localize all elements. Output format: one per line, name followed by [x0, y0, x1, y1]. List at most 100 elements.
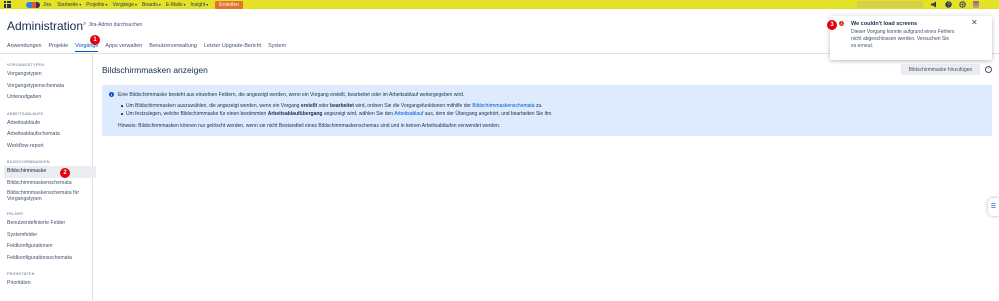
admin-sidebar: VORGANGSTYPEN Vorgangstypen Vorgangstype…: [0, 54, 96, 301]
link-arbeitsablauf[interactable]: Arbeitsablauf: [394, 111, 423, 117]
nav-insight[interactable]: Insight▾: [191, 2, 209, 8]
tab-anwendungen[interactable]: Anwendungen: [7, 43, 41, 52]
sidebar-section-prioritaeten: PRIORITÄTEN Prioritäten: [0, 264, 92, 290]
nav-label: Insight: [190, 1, 206, 8]
admin-search[interactable]: ⌕: [83, 21, 169, 28]
text: wird, ordnen Sie die Vorgangsfunktionen …: [353, 103, 473, 109]
chevron-down-icon: ▾: [158, 1, 161, 7]
info-intro-text: Eine Bildschirmmaske besteht aus einzeln…: [118, 92, 465, 98]
sidebar-item-arbeitsablaeufe[interactable]: Arbeitsabläufe: [7, 118, 92, 130]
sidebar-item-workflow-report[interactable]: Workflow-report: [7, 141, 92, 153]
chevron-down-icon: ▾: [183, 1, 186, 7]
admin-search-input[interactable]: [88, 21, 169, 28]
text: angezeigt wird, wählen Sie den: [322, 111, 395, 117]
sidebar-item-unteraufgaben[interactable]: Unteraufgaben: [7, 92, 92, 104]
flag-body: Dieser Vorgang konnte aufgrund eines Feh…: [851, 29, 955, 49]
logo-text: Jira: [43, 1, 52, 8]
nav-label: Vorgänge: [112, 1, 134, 8]
chevron-down-icon: ▾: [105, 1, 108, 7]
page-header-title: Administration: [7, 19, 84, 33]
sidebar-section-vorgangstypen: VORGANGSTYPEN Vorgangstypen Vorgangstype…: [0, 54, 92, 104]
nav-label: Projekte: [86, 1, 105, 8]
svg-text:?: ?: [947, 2, 950, 8]
text: oder: [317, 103, 331, 109]
nav-vorgaenge[interactable]: Vorgänge▾: [113, 2, 137, 8]
nav-label: Boards: [142, 1, 158, 8]
annotation-badge: 2: [60, 168, 70, 178]
user-avatar[interactable]: [973, 1, 979, 8]
info-bullets: Um Bildschirmmasken auszuwählen, die ang…: [121, 103, 553, 119]
info-bullet: Um Bildschirmmasken auszuwählen, die ang…: [121, 103, 553, 109]
text-bold: Arbeitsablaufübergang: [267, 111, 323, 117]
info-note: Hinweis: Bildschirmmasken können nur gel…: [118, 123, 501, 129]
text: Um Bildschirmmasken auszuwählen, die ang…: [126, 103, 301, 109]
nav-label: Startseite: [57, 1, 79, 8]
help-icon[interactable]: ?: [945, 1, 952, 8]
sidebar-item-feldkonfigurationen[interactable]: Feldkonfigurationen: [7, 241, 92, 253]
text: zu.: [534, 103, 543, 109]
megaphone-icon[interactable]: [930, 1, 938, 8]
search-icon: ⌕: [83, 21, 87, 27]
text-bold: bearbeitet: [330, 103, 354, 109]
nav-emails[interactable]: E-Mails▾: [166, 2, 186, 8]
main-nav: Startseite▾ Projekte▾ Vorgänge▾ Boards▾ …: [57, 2, 213, 8]
jira-logo[interactable]: Jira: [26, 1, 52, 8]
sidebar-item-arbeitsablaufschemata[interactable]: Arbeitsablaufschemata: [7, 129, 92, 141]
info-bullet: Um festzulegen, welche Bildschirmmaske f…: [121, 111, 553, 117]
text-bold: erstellt: [300, 103, 318, 109]
tab-system[interactable]: System: [268, 43, 286, 52]
sidebar-item-systemfelder[interactable]: Systemfelder: [7, 230, 92, 242]
sidebar-item-bildschirmmaskenschemata[interactable]: Bildschirmmaskenschemata: [7, 178, 92, 190]
sidebar-heading: ARBEITSABLÄUFE: [7, 111, 44, 116]
annotation-badge: 1: [90, 35, 100, 45]
page-title: Bildschirmmasken anzeigen: [102, 65, 208, 75]
sidebar-item-vorgangstypenschemata[interactable]: Vorgangstypenschemata: [7, 81, 92, 93]
sidebar-item-benutzerdefinierte-felder[interactable]: Benutzerdefinierte Felder: [7, 218, 92, 230]
sidebar-section-felder: FELDER Benutzerdefinierte Felder Systemf…: [0, 204, 92, 264]
sidebar-heading: FELDER: [7, 212, 24, 217]
tab-apps-verwalten[interactable]: Apps verwalten: [105, 43, 142, 52]
info-icon: i: [109, 92, 114, 97]
gear-icon[interactable]: [959, 1, 966, 8]
chevron-down-icon: ▾: [134, 1, 137, 7]
sidebar-item-bildschirmmaskenschemata-vorgangstypen[interactable]: Bildschirmmaskenschemata für Vorgangstyp…: [7, 189, 89, 204]
sidebar-section-bildschirmmasken: BILDSCHIRMMASKEN Bildschirmmaske Bildsch…: [0, 152, 96, 204]
annotation-badge: 3: [827, 20, 837, 30]
link-bildschirmmaskenschemata[interactable]: Bildschirmmaskenschemata: [472, 103, 534, 109]
nav-projekte[interactable]: Projekte▾: [86, 2, 107, 8]
tab-letzter-upgrade-bericht[interactable]: Letzter Upgrade-Bericht: [204, 43, 261, 52]
tab-projekte[interactable]: Projekte: [48, 43, 68, 52]
nav-boards[interactable]: Boards▾: [142, 2, 161, 8]
text: Um festzulegen, welche Bildschirmmaske f…: [126, 111, 268, 117]
feedback-widget[interactable]: ☰: [988, 198, 999, 216]
error-icon: !: [839, 21, 844, 26]
sidebar-section-arbeitsablaeufe: ARBEITSABLÄUFE Arbeitsabläufe Arbeitsabl…: [0, 104, 92, 153]
sidebar-item-feldkonfigurationsschemata[interactable]: Feldkonfigurationsschemata: [7, 253, 92, 265]
app-switcher-icon[interactable]: [4, 1, 11, 8]
sidebar-item-prioritaeten[interactable]: Prioritäten: [7, 278, 92, 290]
text: aus, dem der Übergang angehört, und bear…: [423, 111, 553, 117]
logo-mark-icon: [26, 1, 40, 8]
tab-benutzerverwaltung[interactable]: Benutzerverwaltung: [149, 43, 197, 52]
sidebar-heading: PRIORITÄTEN: [7, 272, 35, 277]
jira-admin-page: Jira Startseite▾ Projekte▾ Vorgänge▾ Boa…: [0, 0, 999, 301]
error-flag: ! We couldn't load screens Dieser Vorgan…: [830, 16, 992, 60]
top-navigation-bar: Jira Startseite▾ Projekte▾ Vorgänge▾ Boa…: [0, 0, 999, 9]
info-message: i Eine Bildschirmmaske besteht aus einze…: [102, 85, 992, 136]
create-button[interactable]: Erstellen: [215, 0, 243, 9]
global-search-input[interactable]: [857, 1, 923, 8]
nav-startseite[interactable]: Startseite▾: [57, 2, 81, 8]
sidebar-item-bildschirmmaske[interactable]: Bildschirmmaske: [4, 166, 96, 178]
sidebar-heading: VORGANGSTYPEN: [7, 63, 45, 67]
sidebar-heading: BILDSCHIRMMASKEN: [7, 160, 50, 164]
help-icon[interactable]: ?: [985, 66, 992, 73]
chevron-down-icon: ▾: [206, 1, 209, 7]
admin-tabs: Anwendungen Projekte Vorgänge Apps verwa…: [7, 43, 293, 52]
sidebar-item-vorgangstypen[interactable]: Vorgangstypen: [7, 69, 92, 81]
nav-label: E-Mails: [165, 1, 183, 8]
top-right-icons: ?: [930, 0, 979, 9]
add-screen-button[interactable]: Bildschirmmaske hinzufügen: [901, 64, 980, 75]
flag-title: We couldn't load screens: [851, 21, 917, 27]
close-icon[interactable]: ✕: [971, 19, 978, 27]
chevron-down-icon: ▾: [79, 1, 82, 7]
